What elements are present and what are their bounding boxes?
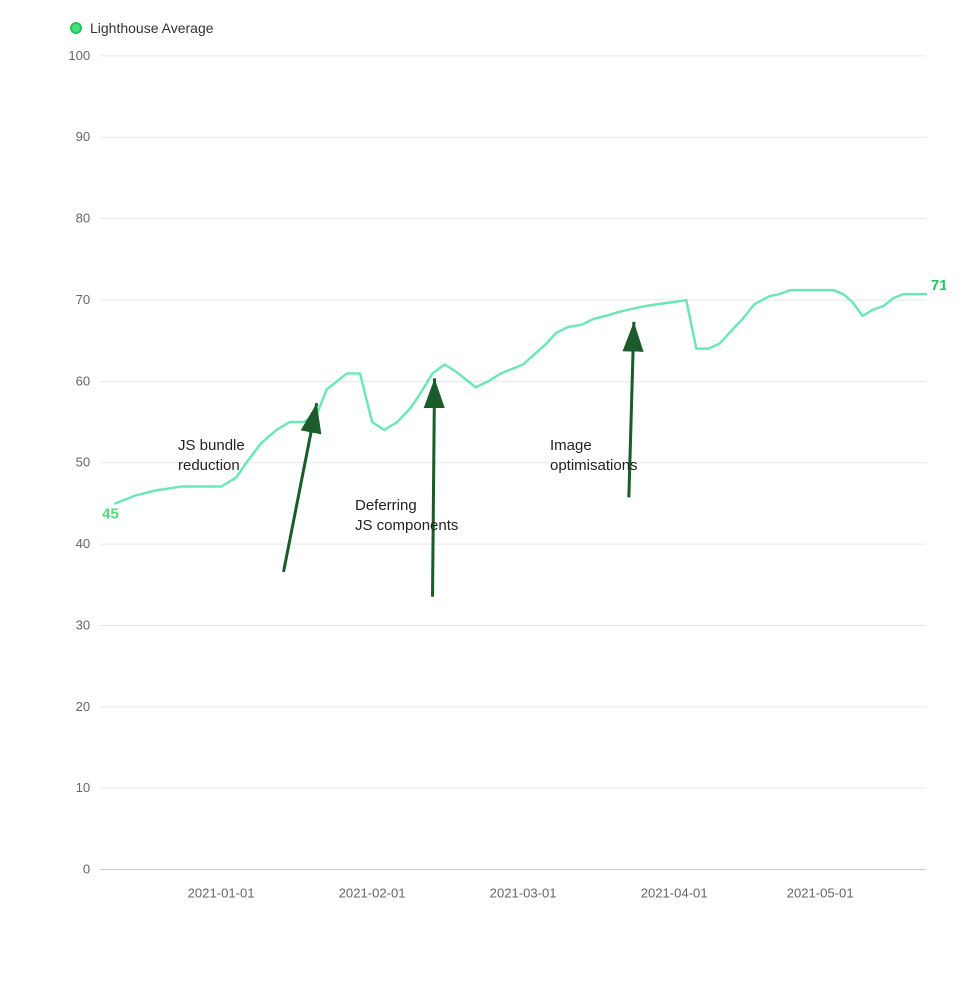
annotation-image-optimisations: Imageoptimisations bbox=[550, 436, 638, 475]
svg-text:20: 20 bbox=[76, 699, 91, 714]
deferring-arrow bbox=[433, 378, 435, 596]
svg-text:10: 10 bbox=[76, 780, 91, 795]
svg-text:100: 100 bbox=[68, 48, 90, 63]
chart-legend: Lighthouse Average bbox=[70, 20, 946, 36]
js-bundle-arrow bbox=[284, 403, 317, 572]
svg-text:71: 71 bbox=[931, 277, 946, 294]
svg-text:45: 45 bbox=[102, 505, 119, 522]
svg-text:2021-03-01: 2021-03-01 bbox=[490, 885, 557, 900]
svg-text:90: 90 bbox=[76, 129, 91, 144]
svg-text:0: 0 bbox=[83, 862, 90, 877]
line-chart: 100 90 80 70 60 50 40 30 20 10 0 2021-01… bbox=[60, 46, 946, 939]
legend-label: Lighthouse Average bbox=[90, 20, 214, 36]
legend-dot bbox=[70, 22, 82, 34]
annotation-js-bundle: JS bundlereduction bbox=[178, 436, 245, 475]
svg-text:30: 30 bbox=[76, 618, 91, 633]
annotation-deferring: DeferringJS components bbox=[355, 496, 458, 535]
svg-text:2021-04-01: 2021-04-01 bbox=[641, 885, 708, 900]
svg-text:80: 80 bbox=[76, 211, 91, 226]
svg-text:40: 40 bbox=[76, 536, 91, 551]
svg-text:60: 60 bbox=[76, 373, 91, 388]
svg-text:70: 70 bbox=[76, 292, 91, 307]
chart-area: 100 90 80 70 60 50 40 30 20 10 0 2021-01… bbox=[60, 46, 946, 939]
svg-text:50: 50 bbox=[76, 455, 91, 470]
svg-text:2021-01-01: 2021-01-01 bbox=[188, 885, 255, 900]
svg-text:2021-05-01: 2021-05-01 bbox=[787, 885, 854, 900]
chart-container: Lighthouse Average 100 90 80 70 60 50 bbox=[0, 0, 966, 1003]
svg-text:2021-02-01: 2021-02-01 bbox=[339, 885, 406, 900]
